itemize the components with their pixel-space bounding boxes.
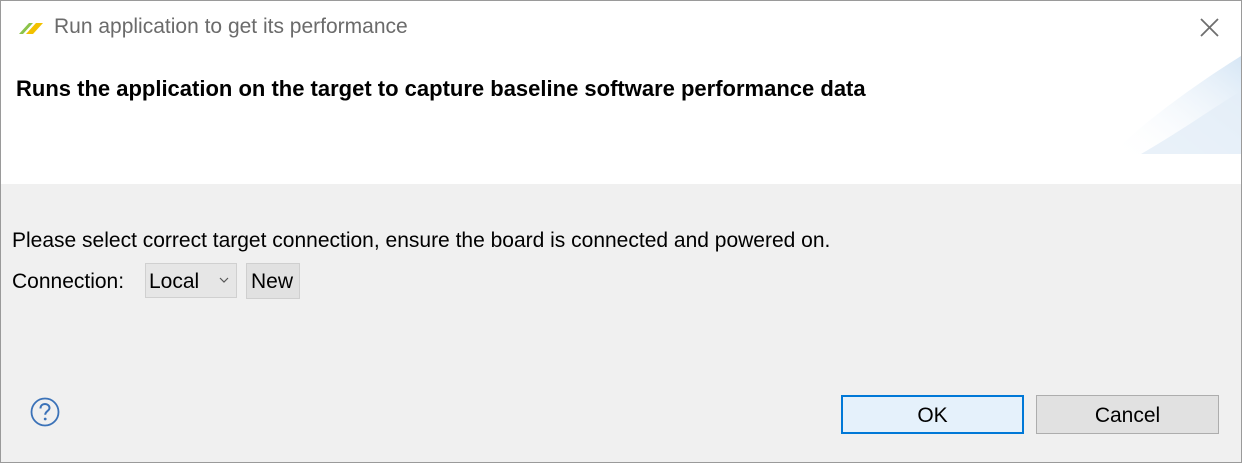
dialog-window: Run application to get its performance R… — [0, 0, 1242, 463]
chevron-down-icon — [219, 277, 229, 283]
connection-select-value: Local — [149, 270, 200, 293]
connection-select[interactable]: Local — [145, 263, 237, 298]
instruction-text: Please select correct target connection,… — [12, 229, 831, 252]
window-title: Run application to get its performance — [54, 15, 408, 38]
new-connection-button[interactable]: New — [246, 263, 300, 299]
help-icon — [30, 397, 60, 427]
new-connection-button-label: New — [251, 270, 294, 293]
title-bar: Run application to get its performance — [1, 1, 1241, 56]
close-button[interactable] — [1193, 12, 1225, 44]
help-button[interactable] — [29, 396, 61, 428]
ok-button-label: OK — [917, 404, 948, 427]
cancel-button[interactable]: Cancel — [1036, 395, 1219, 434]
ok-button[interactable]: OK — [841, 395, 1024, 434]
connection-label: Connection: — [12, 270, 125, 293]
header-banner-graphic — [1111, 56, 1241, 154]
close-icon — [1200, 18, 1219, 37]
cancel-button-label: Cancel — [1094, 404, 1161, 427]
header-title: Runs the application on the target to ca… — [16, 76, 866, 101]
dialog-header: Runs the application on the target to ca… — [1, 56, 1241, 184]
eclipse-app-icon — [19, 23, 43, 34]
content-area: Please select correct target connection,… — [1, 184, 1241, 462]
